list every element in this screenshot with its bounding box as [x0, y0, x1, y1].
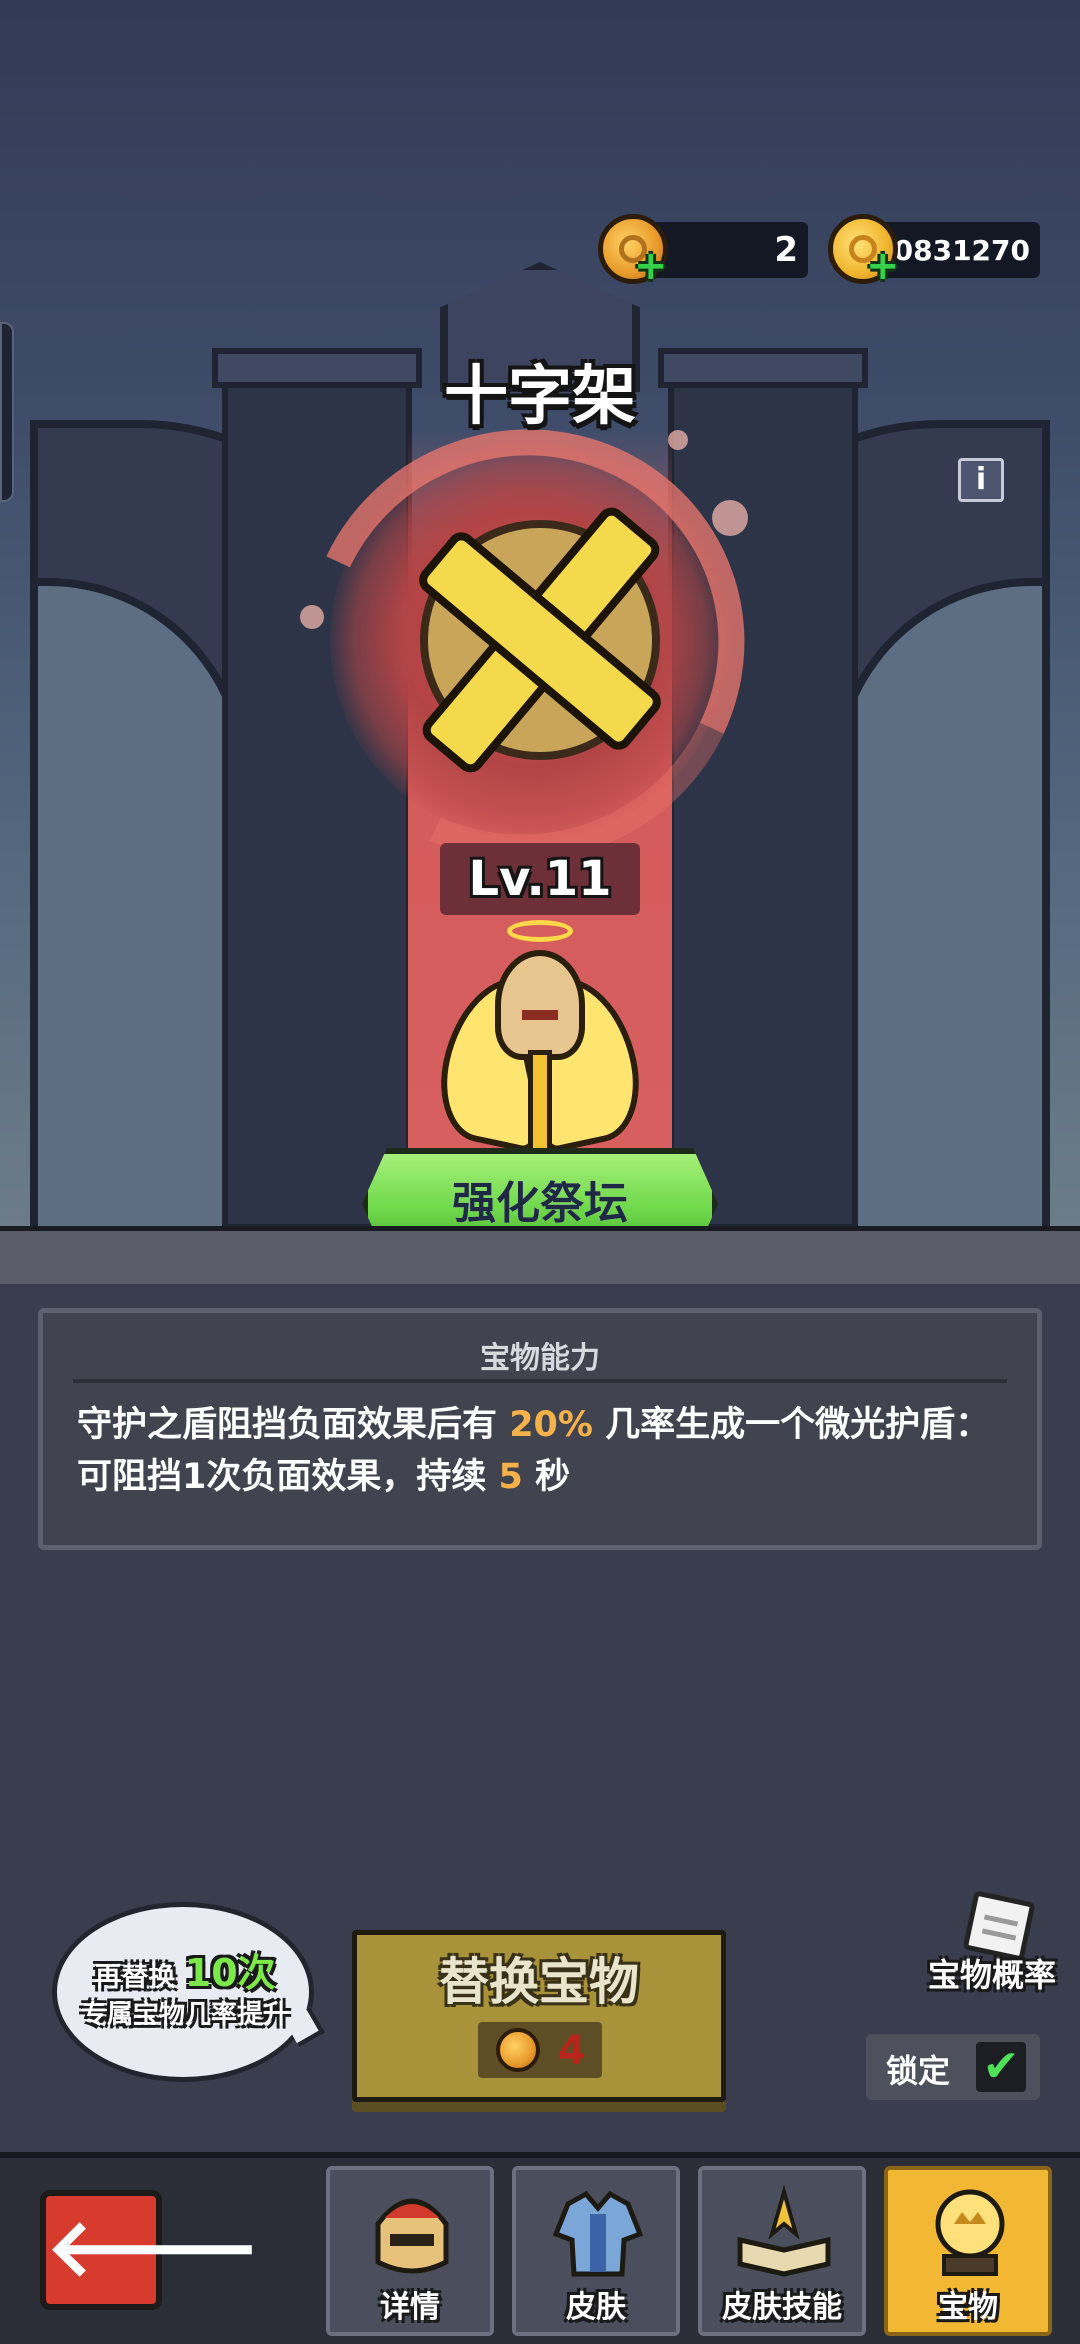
treasure-name: 十字架 [444, 360, 636, 434]
info-button[interactable]: i [958, 458, 1004, 502]
gem-coin-icon [496, 2028, 540, 2072]
hint-line-2: 专属宝物几率提升 [80, 2000, 289, 2030]
right-pillar [668, 350, 858, 1230]
ability-description: 守护之盾阻挡负面效果后有 20% 几率生成一个微光护盾：可阻挡1次负面效果，持续… [77, 1405, 991, 1497]
tab-skin-skills[interactable]: 皮肤技能 [698, 2166, 866, 2336]
ability-title: 宝物能力 [480, 1341, 600, 1376]
tab-treasure[interactable]: 宝物 [884, 2166, 1052, 2336]
treasure-scene [0, 0, 1080, 1230]
armor-icon [552, 2190, 644, 2277]
treasure-level: Lv.11 [440, 843, 640, 915]
tab-skins[interactable]: 皮肤 [512, 2166, 680, 2336]
chance-value: 20% [509, 1405, 593, 1445]
hero-helmet [495, 950, 585, 1060]
probability-button[interactable]: 宝物概率 [928, 1950, 1056, 1996]
duration-value: 5 [498, 1457, 523, 1497]
lock-label: 锁定 [886, 2052, 951, 2090]
hero-halo [507, 920, 573, 942]
replace-treasure-label[interactable]: 替换宝物 [352, 1942, 726, 2014]
tab-details[interactable]: 详情 [326, 2166, 494, 2336]
ability-panel: 宝物能力 守护之盾阻挡负面效果后有 20% 几率生成一个微光护盾：可阻挡1次负面… [38, 1308, 1042, 1550]
knight-helmet-icon [375, 2198, 449, 2274]
panel-divider [73, 1379, 1007, 1383]
replace-cost: 4 [558, 2028, 586, 2074]
back-button[interactable]: 🡐 [40, 2190, 261, 2310]
hint-count: 10次 [184, 1951, 276, 1995]
add-gem-icon[interactable]: + [634, 246, 668, 286]
add-gold-icon[interactable]: + [866, 246, 900, 286]
divider-strip [0, 1226, 1080, 1284]
hint-line-1: 再替换 10次 [94, 1951, 276, 1995]
book-icon [737, 2184, 831, 2277]
checkmark-icon[interactable]: ✔ [976, 2042, 1026, 2092]
treasure-orb-icon [935, 2189, 1005, 2276]
